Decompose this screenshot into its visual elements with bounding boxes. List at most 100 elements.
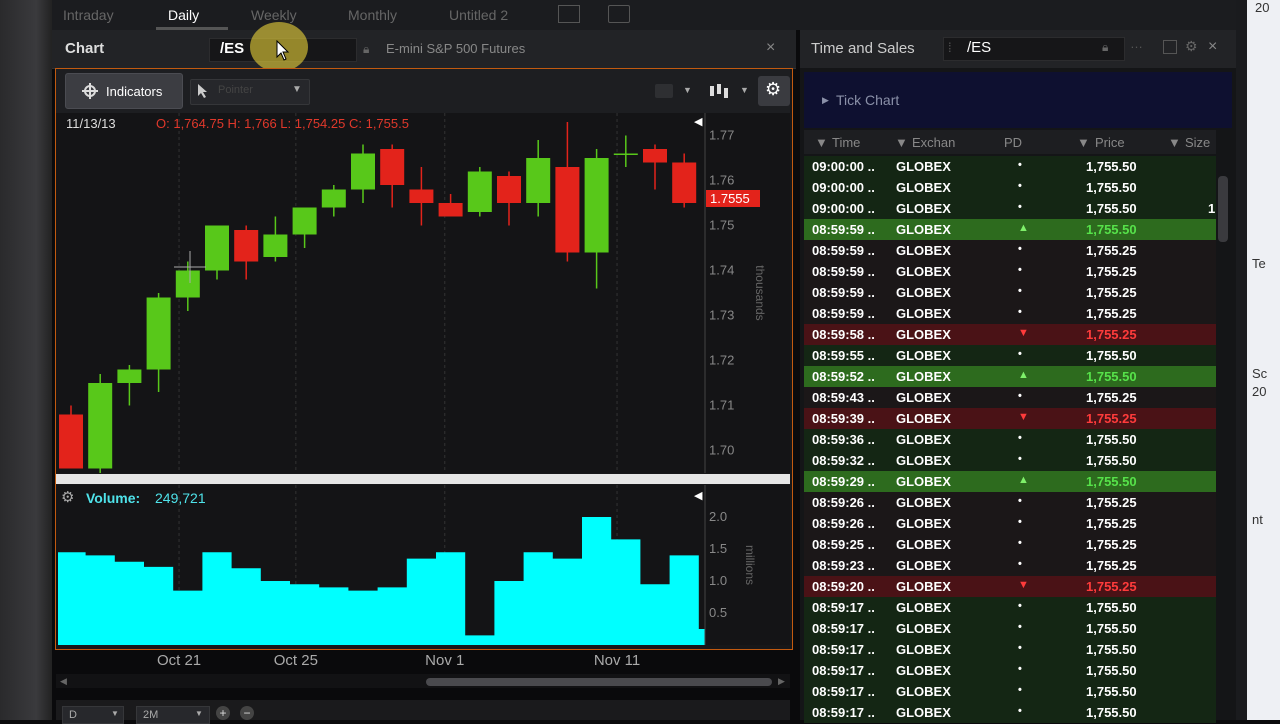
cell-pd: • — [1018, 264, 1022, 276]
table-row[interactable]: 08:59:43 .. GLOBEX • 1,755.25 — [804, 387, 1216, 408]
candle-body — [117, 369, 142, 383]
grid-layout-icon[interactable] — [558, 5, 580, 23]
chart-style-icon[interactable] — [708, 82, 730, 100]
cell-price: 1,755.50 — [1086, 642, 1137, 657]
table-row[interactable]: 08:59:17 .. GLOBEX • 1,755.50 — [804, 681, 1216, 702]
cell-ex: GLOBEX — [896, 516, 951, 531]
gear-icon[interactable]: ⚙ — [1185, 38, 1198, 55]
tab-intraday[interactable]: Intraday — [63, 7, 114, 23]
copy-icon[interactable] — [1163, 40, 1177, 54]
indicators-icon — [82, 83, 98, 99]
table-row[interactable]: 08:59:36 .. GLOBEX • 1,755.50 — [804, 429, 1216, 450]
scroll-left-icon[interactable]: ◀ — [60, 676, 67, 687]
filter-icon[interactable]: ▼ — [1077, 135, 1090, 150]
price-tick-label: 1.74 — [709, 263, 734, 278]
cell-time: 08:59:17 .. — [812, 684, 875, 699]
cell-pd: • — [1018, 306, 1022, 318]
table-row[interactable]: 08:59:17 .. GLOBEX • 1,755.50 — [804, 618, 1216, 639]
col-header-time[interactable]: Time — [832, 135, 860, 150]
zoom-in-icon[interactable]: + — [216, 706, 230, 720]
table-row[interactable]: 08:59:25 .. GLOBEX • 1,755.25 — [804, 534, 1216, 555]
cell-time: 08:59:39 .. — [812, 411, 875, 426]
cell-pd: • — [1018, 516, 1022, 528]
tick-chart-label[interactable]: Tick Chart — [836, 92, 899, 108]
cell-time: 08:59:58 .. — [812, 327, 875, 342]
table-row[interactable]: 08:59:39 .. GLOBEX ▼ 1,755.25 — [804, 408, 1216, 429]
scrollbar-thumb[interactable] — [426, 678, 772, 686]
table-row[interactable]: 09:00:00 .. GLOBEX • 1,755.50 — [804, 156, 1216, 177]
zoom-out-icon[interactable]: − — [240, 706, 254, 720]
cell-time: 08:59:59 .. — [812, 306, 875, 321]
table-row[interactable]: 08:59:59 .. GLOBEX • 1,755.25 — [804, 261, 1216, 282]
tab-monthly[interactable]: Monthly — [348, 7, 397, 23]
link-layout-icon[interactable] — [608, 5, 630, 23]
table-row[interactable]: 08:59:17 .. GLOBEX • 1,755.50 — [804, 597, 1216, 618]
pane-divider[interactable] — [56, 474, 790, 484]
cell-ex: GLOBEX — [896, 432, 951, 447]
cell-ex: GLOBEX — [896, 453, 951, 468]
table-row[interactable]: 08:59:58 .. GLOBEX ▼ 1,755.25 — [804, 324, 1216, 345]
cell-price: 1,755.50 — [1086, 474, 1137, 489]
cell-time: 08:59:17 .. — [812, 705, 875, 720]
table-row[interactable]: 08:59:59 .. GLOBEX ▲ 1,755.50 — [804, 219, 1216, 240]
table-row[interactable]: 08:59:59 .. GLOBEX • 1,755.25 — [804, 240, 1216, 261]
close-icon[interactable]: × — [1208, 38, 1217, 56]
table-row[interactable]: 08:59:17 .. GLOBEX • 1,755.50 — [804, 639, 1216, 660]
table-row[interactable]: 08:59:29 .. GLOBEX ▲ 1,755.50 — [804, 471, 1216, 492]
table-row[interactable]: 09:00:00 .. GLOBEX • 1,755.50 1 — [804, 198, 1216, 219]
cell-pd: • — [1018, 432, 1022, 444]
ts-vertical-scrollbar[interactable] — [1218, 176, 1228, 242]
more-icon[interactable]: … — [1130, 36, 1143, 51]
link-icon[interactable]: ⁞ — [948, 40, 952, 55]
cell-ex: GLOBEX — [896, 474, 951, 489]
cell-pd: • — [1018, 600, 1022, 612]
cell-pd: • — [1018, 537, 1022, 549]
collapse-arrow-icon[interactable]: ◀ — [694, 116, 703, 128]
table-row[interactable]: 08:59:17 .. GLOBEX • 1,755.50 — [804, 660, 1216, 681]
tab-untitled-2[interactable]: Untitled 2 — [449, 7, 508, 23]
filter-icon[interactable]: ▼ — [895, 135, 908, 150]
cell-price: 1,755.50 — [1086, 705, 1137, 720]
col-header-size[interactable]: Size — [1185, 135, 1210, 150]
table-row[interactable]: 08:59:23 .. GLOBEX • 1,755.25 — [804, 555, 1216, 576]
chevron-down-icon[interactable]: ▼ — [740, 85, 749, 95]
table-row[interactable]: 08:59:59 .. GLOBEX • 1,755.25 — [804, 282, 1216, 303]
volume-settings-gear-icon[interactable]: ⚙ — [61, 488, 74, 506]
time-span-select[interactable]: 2M ▼ — [136, 706, 210, 724]
filter-icon[interactable]: ▼ — [815, 135, 828, 150]
desktop-edge-left — [0, 0, 52, 720]
background-window-right: 20 Te Sc 20 nt — [1247, 0, 1280, 720]
table-row[interactable]: 08:59:26 .. GLOBEX • 1,755.25 — [804, 513, 1216, 534]
mouse-pointer-icon — [276, 40, 290, 61]
col-header-price[interactable]: Price — [1095, 135, 1125, 150]
col-header-exchange[interactable]: Exchan — [912, 135, 955, 150]
close-icon[interactable]: × — [766, 39, 775, 57]
table-row[interactable]: 09:00:00 .. GLOBEX • 1,755.50 — [804, 177, 1216, 198]
tab-weekly[interactable]: Weekly — [251, 7, 297, 23]
table-row[interactable]: 08:59:55 .. GLOBEX • 1,755.50 — [804, 345, 1216, 366]
table-row[interactable]: 08:59:59 .. GLOBEX • 1,755.25 — [804, 303, 1216, 324]
table-row[interactable]: 08:59:20 .. GLOBEX ▼ 1,755.25 — [804, 576, 1216, 597]
lock-icon[interactable]: 🔒︎ — [1102, 40, 1108, 55]
chevron-down-icon[interactable]: ▼ — [683, 85, 692, 95]
cell-ex: GLOBEX — [896, 537, 951, 552]
col-header-pd[interactable]: PD — [1004, 135, 1022, 150]
lock-icon[interactable]: 🔒︎ — [363, 42, 369, 57]
tab-daily[interactable]: Daily — [168, 7, 199, 23]
edge-fragment: Sc — [1252, 366, 1268, 381]
drawing-tool-icon[interactable] — [655, 84, 673, 98]
cell-pd: • — [1018, 621, 1022, 633]
table-row[interactable]: 08:59:32 .. GLOBEX • 1,755.50 — [804, 450, 1216, 471]
table-row[interactable]: 08:59:52 .. GLOBEX ▲ 1,755.50 — [804, 366, 1216, 387]
cell-pd: ▼ — [1018, 411, 1029, 423]
expand-arrow-icon[interactable]: ▶ — [822, 95, 829, 106]
table-row[interactable]: 08:59:26 .. GLOBEX • 1,755.25 — [804, 492, 1216, 513]
cell-pd: ▼ — [1018, 327, 1029, 339]
collapse-arrow-icon[interactable]: ◀ — [694, 490, 703, 502]
scroll-right-icon[interactable]: ▶ — [778, 676, 785, 687]
aggregation-select[interactable]: D ▼ — [62, 706, 124, 724]
cell-ex: GLOBEX — [896, 327, 951, 342]
candle-body — [497, 176, 521, 203]
filter-icon[interactable]: ▼ — [1168, 135, 1181, 150]
chevron-down-icon: ▼ — [195, 709, 203, 718]
